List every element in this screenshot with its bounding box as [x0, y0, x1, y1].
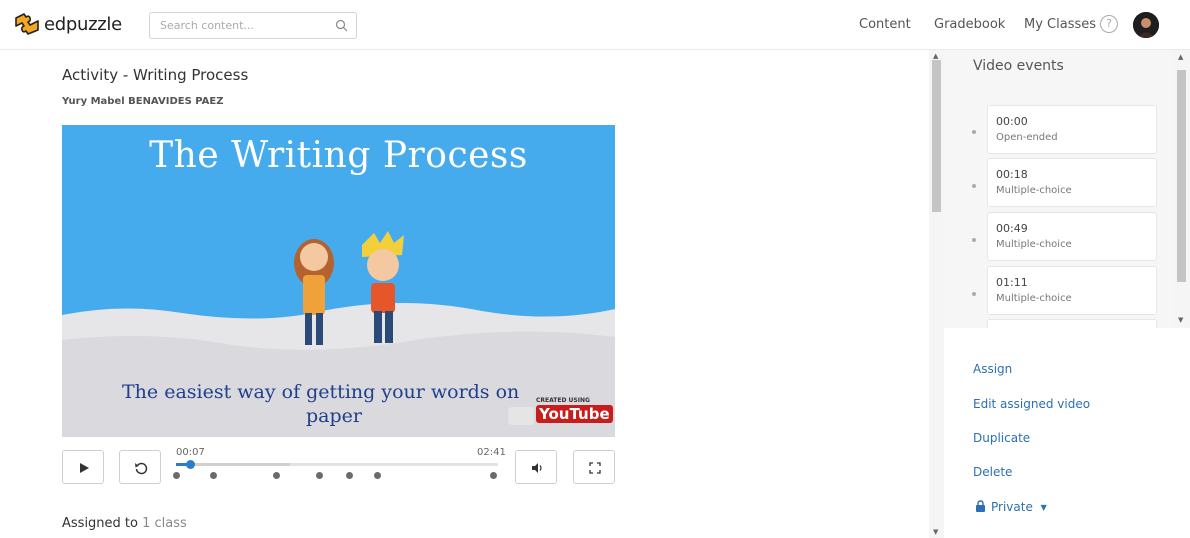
assigned-summary: Assigned to 1 class [62, 516, 187, 531]
events-scroll-up-arrow[interactable]: ▲ [1178, 53, 1183, 61]
current-time: 00:07 [176, 447, 205, 458]
event-item[interactable]: 00:49 Multiple-choice [987, 212, 1157, 261]
event-item-partial [987, 319, 1157, 328]
event-time: 00:18 [996, 168, 1028, 181]
youtube-badge-top: CREATED USING [536, 397, 590, 404]
event-type: Open-ended [996, 132, 1058, 143]
page-title: Activity - Writing Process [62, 66, 249, 84]
event-bullet [972, 238, 976, 242]
main-scroll-thumb[interactable] [932, 60, 941, 212]
question-marker[interactable] [173, 472, 180, 479]
event-type: Multiple-choice [996, 239, 1072, 250]
edpuzzle-logo[interactable]: edpuzzle [14, 12, 122, 36]
privacy-label: Private [991, 500, 1033, 514]
delete-link[interactable]: Delete [973, 465, 1012, 479]
puzzle-logo-icon [15, 13, 39, 35]
event-bullet [972, 184, 976, 188]
events-scrollbar[interactable]: ▲ ▼ [1173, 50, 1190, 328]
volume-button[interactable] [515, 450, 557, 484]
question-marker[interactable] [346, 472, 353, 479]
youtube-brand: YouTube [536, 405, 613, 423]
event-item[interactable]: 00:18 Multiple-choice [987, 158, 1157, 207]
video-player[interactable]: The Writing Process The easiest way of g… [62, 125, 615, 437]
youtube-badge: CREATED USING YouTube [508, 397, 613, 431]
event-type: Multiple-choice [996, 293, 1072, 304]
question-marker[interactable] [374, 472, 381, 479]
video-events-title: Video events [973, 58, 1064, 74]
scroll-down-arrow[interactable]: ▼ [933, 528, 938, 536]
event-time: 01:11 [996, 276, 1028, 289]
duplicate-link[interactable]: Duplicate [973, 431, 1030, 445]
event-time: 00:00 [996, 115, 1028, 128]
edit-assigned-video-link[interactable]: Edit assigned video [973, 397, 1090, 411]
question-marker[interactable] [273, 472, 280, 479]
question-marker[interactable] [316, 472, 323, 479]
caret-down-icon: ▼ [1040, 503, 1047, 512]
video-subtitle-line1: The easiest way of getting your words on [122, 381, 520, 403]
search-input[interactable] [160, 13, 330, 38]
progress-track[interactable] [176, 463, 498, 466]
author-name: Yury Mabel BENAVIDES PAEZ [62, 96, 224, 107]
help-icon[interactable]: ? [1100, 15, 1118, 33]
events-scroll-down-arrow[interactable]: ▼ [1178, 316, 1183, 324]
assigned-class-link[interactable]: 1 class [142, 516, 187, 531]
volume-icon [532, 463, 542, 473]
question-marker[interactable] [210, 472, 217, 479]
video-duration: 02:41 [477, 447, 506, 458]
privacy-dropdown[interactable]: Private ▼ [975, 500, 1047, 514]
nav-content[interactable]: Content [859, 17, 911, 32]
assign-link[interactable]: Assign [973, 362, 1012, 376]
event-time: 00:49 [996, 222, 1028, 235]
fullscreen-button[interactable] [573, 450, 615, 484]
fullscreen-icon [589, 462, 601, 474]
search-icon[interactable] [335, 19, 348, 32]
video-heading: The Writing Process [149, 135, 528, 176]
question-marker[interactable] [490, 472, 497, 479]
event-type: Multiple-choice [996, 185, 1072, 196]
user-avatar-icon [1133, 12, 1159, 38]
video-subtitle-line2: paper [306, 405, 362, 427]
events-scroll-thumb[interactable] [1177, 70, 1186, 282]
nav-my-classes[interactable]: My Classes [1024, 17, 1096, 32]
assigned-prefix: Assigned to [62, 516, 138, 531]
event-item[interactable]: 00:00 Open-ended [987, 105, 1157, 154]
progress-knob[interactable] [186, 460, 195, 469]
event-bullet [972, 130, 976, 134]
event-bullet [972, 292, 976, 296]
search-box[interactable] [149, 12, 357, 39]
avatar[interactable] [1133, 12, 1159, 38]
play-icon [80, 463, 89, 473]
nav-gradebook[interactable]: Gradebook [934, 17, 1005, 32]
lock-icon [976, 500, 985, 512]
main-scrollbar[interactable]: ▲ ▼ [929, 50, 944, 538]
top-navigation-bar: edpuzzle Content Gradebook My Classes ? [0, 0, 1190, 50]
youtube-play-icon [508, 407, 534, 425]
event-item[interactable]: 01:11 Multiple-choice [987, 266, 1157, 315]
progress-buffer [192, 463, 290, 466]
scroll-up-arrow[interactable]: ▲ [933, 52, 938, 60]
play-button[interactable] [62, 450, 104, 484]
replay-icon [135, 462, 148, 475]
logo-text: edpuzzle [44, 13, 122, 35]
replay-button[interactable] [119, 450, 161, 484]
